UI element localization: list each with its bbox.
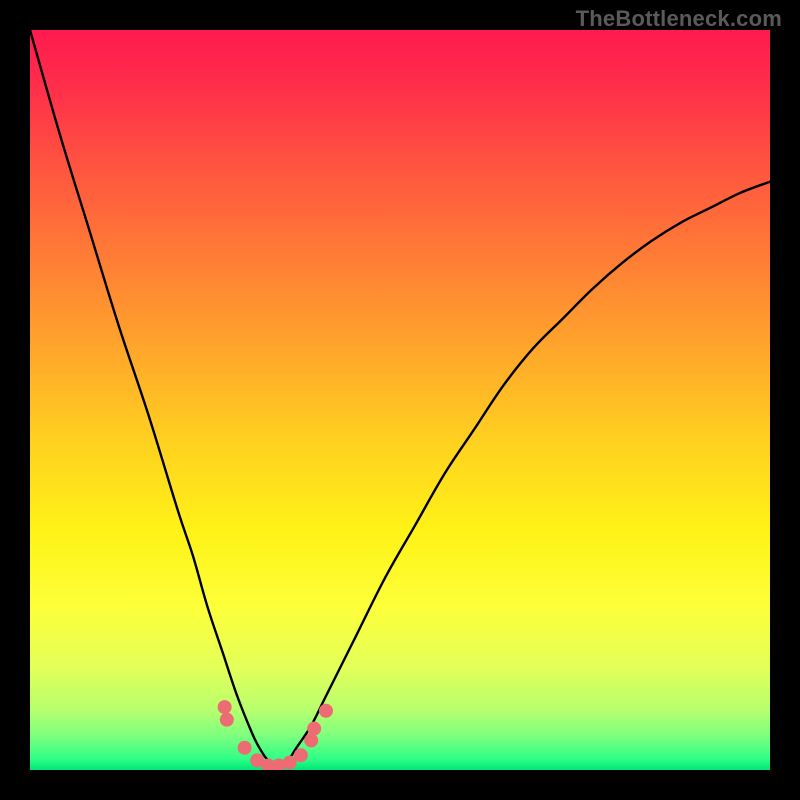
plot-area bbox=[30, 30, 770, 770]
gradient-background bbox=[30, 30, 770, 770]
curve-marker bbox=[307, 722, 321, 736]
curve-marker bbox=[294, 748, 308, 762]
curve-marker bbox=[220, 713, 234, 727]
chart-svg bbox=[30, 30, 770, 770]
watermark-text: TheBottleneck.com bbox=[576, 6, 782, 32]
outer-frame: TheBottleneck.com bbox=[0, 0, 800, 800]
curve-marker bbox=[304, 733, 318, 747]
curve-marker bbox=[238, 741, 252, 755]
curve-marker bbox=[319, 704, 333, 718]
curve-marker bbox=[218, 700, 232, 714]
